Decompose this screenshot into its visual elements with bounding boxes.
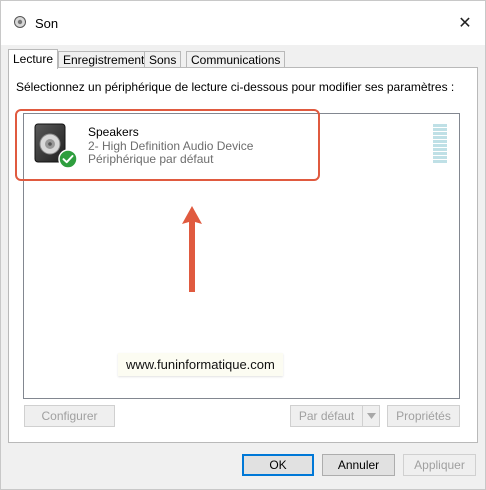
- volume-level-meter: [433, 124, 447, 163]
- configure-button[interactable]: Configurer: [24, 405, 115, 427]
- highlight-box: [15, 109, 320, 181]
- arrow-up-icon: [182, 206, 202, 292]
- speaker-icon: [14, 16, 26, 28]
- set-default-button[interactable]: Par défaut: [290, 405, 363, 427]
- close-button[interactable]: ✕: [447, 9, 483, 37]
- tab-lecture[interactable]: Lecture: [8, 49, 59, 69]
- tab-enregistrement[interactable]: Enregistrement: [58, 51, 150, 68]
- window-title: Son: [35, 16, 59, 31]
- chevron-down-icon: [366, 413, 376, 419]
- title-bar: Son ✕: [1, 1, 485, 45]
- cancel-button[interactable]: Annuler: [322, 454, 395, 476]
- instruction-text: Sélectionnez un périphérique de lecture …: [16, 80, 455, 94]
- set-default-dropdown[interactable]: [362, 405, 380, 427]
- close-icon: ✕: [458, 15, 472, 32]
- ok-button[interactable]: OK: [242, 454, 314, 476]
- tab-communications[interactable]: Communications: [186, 51, 286, 68]
- apply-button[interactable]: Appliquer: [403, 454, 476, 476]
- tab-sons[interactable]: Sons: [144, 51, 182, 68]
- properties-button[interactable]: Propriétés: [387, 405, 460, 427]
- watermark-text: www.funinformatique.com: [118, 353, 283, 376]
